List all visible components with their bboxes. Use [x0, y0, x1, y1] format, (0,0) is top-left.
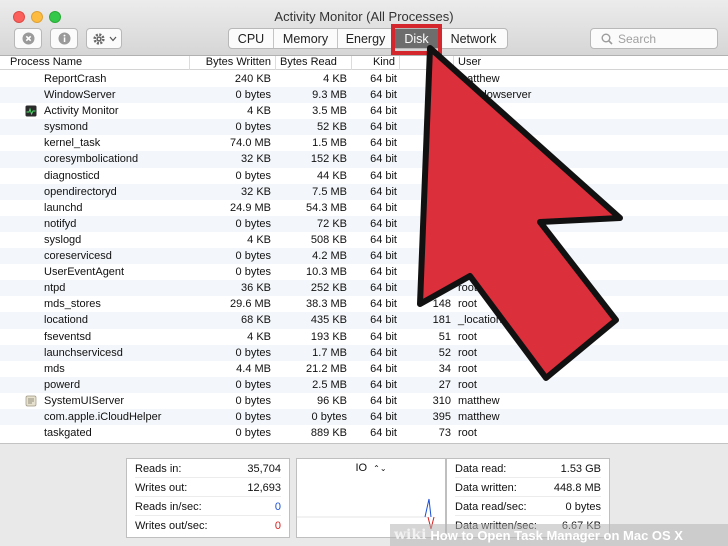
- pointer-arrow-icon: [417, 45, 623, 381]
- watermark: wiki How to Open Task Manager on Mac OS …: [390, 524, 728, 546]
- watermark-brand: wiki: [394, 527, 427, 543]
- activity-monitor-window: Activity Monitor (All Processes) CPU Mem…: [0, 0, 728, 546]
- watermark-caption: How to Open Task Manager on Mac OS X: [430, 527, 683, 543]
